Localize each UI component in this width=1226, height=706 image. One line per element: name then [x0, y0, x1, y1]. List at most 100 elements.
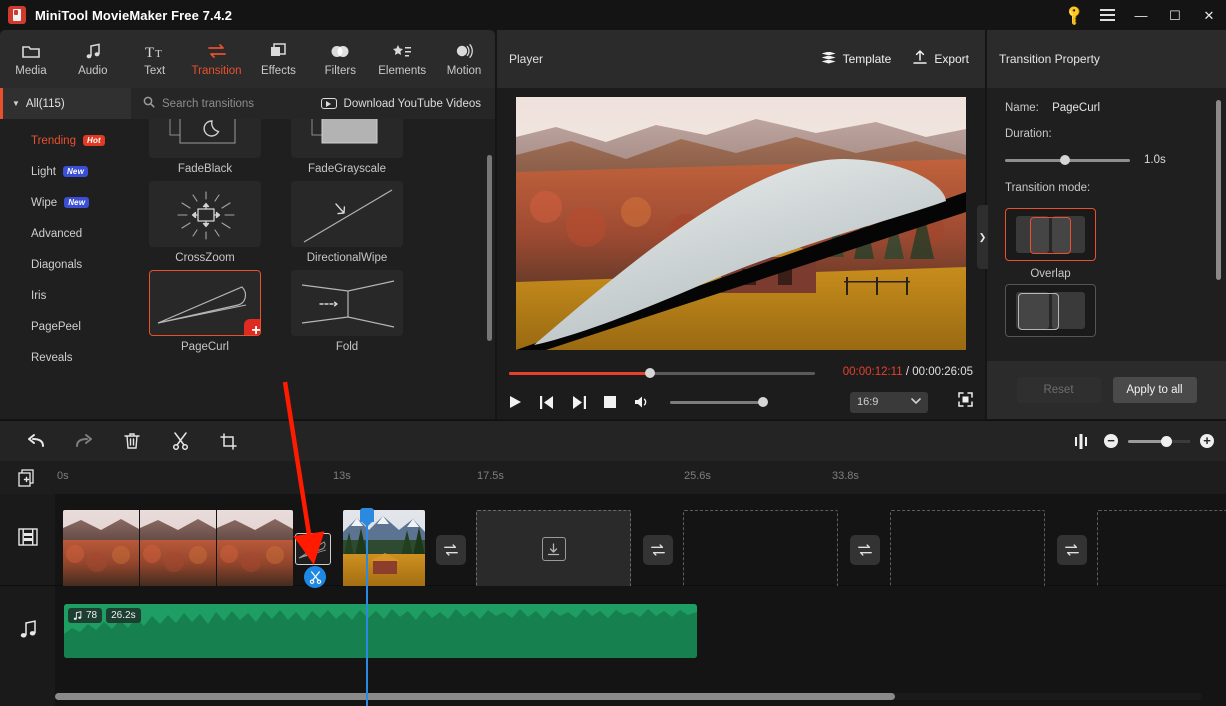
chevron-down-icon: [911, 396, 921, 408]
video-track-header[interactable]: [0, 494, 55, 586]
zoom-handle[interactable]: [1161, 435, 1172, 447]
maximize-button[interactable]: ☐: [1158, 0, 1192, 30]
duration-slider[interactable]: [1005, 155, 1130, 165]
transition-item-pagecurl[interactable]: + PageCurl: [149, 270, 261, 353]
tab-audio[interactable]: Audio: [62, 30, 124, 88]
all-transitions-dropdown[interactable]: ▼ All(115): [0, 88, 131, 119]
table-row[interactable]: [63, 510, 293, 588]
transition-grid[interactable]: FadeBlack FadeGrayscale CrossZoom Direct…: [131, 119, 495, 419]
redo-button[interactable]: [60, 421, 108, 462]
fullscreen-button[interactable]: [958, 392, 973, 412]
tab-label: Text: [144, 65, 166, 77]
category-iris[interactable]: Iris: [0, 280, 131, 311]
category-light[interactable]: Light New: [0, 156, 131, 187]
transition-name: Fold: [335, 341, 359, 353]
delete-button[interactable]: [108, 421, 156, 462]
import-media-icon[interactable]: [541, 537, 566, 561]
table-row[interactable]: [343, 510, 425, 588]
track-gutter: [0, 494, 55, 706]
category-diagonals[interactable]: Diagonals: [0, 249, 131, 280]
seek-handle[interactable]: [644, 368, 655, 378]
property-scrollbar[interactable]: [1216, 100, 1221, 280]
list-item[interactable]: [476, 510, 631, 588]
add-transition-button[interactable]: [643, 535, 673, 565]
close-button[interactable]: ✕: [1192, 0, 1226, 30]
category-label: Diagonals: [31, 258, 83, 271]
squares-icon: [269, 41, 287, 61]
export-button[interactable]: Export: [913, 50, 969, 68]
tab-elements[interactable]: Elements: [371, 30, 433, 88]
volume-button[interactable]: [634, 395, 650, 409]
minimize-button[interactable]: —: [1124, 0, 1158, 30]
reset-button[interactable]: Reset: [1016, 377, 1101, 403]
property-panel-title: Transition Property: [987, 30, 1226, 88]
zoom-out-button[interactable]: −: [1104, 434, 1118, 448]
apply-to-all-button[interactable]: Apply to all: [1112, 377, 1197, 403]
playhead-line[interactable]: [366, 514, 368, 706]
transition-mode-overlap[interactable]: [1005, 208, 1096, 261]
template-label: Template: [842, 52, 892, 66]
zoom-in-button[interactable]: +: [1200, 434, 1214, 448]
player-controls: 00:00:12:11 / 00:00:26:05 16:9: [497, 358, 985, 419]
audio-clip[interactable]: 78 26.2s: [64, 604, 697, 658]
category-trending[interactable]: Trending Hot: [0, 125, 131, 156]
duration-label: Duration:: [1005, 128, 1052, 140]
category-reveals[interactable]: Reveals: [0, 342, 131, 373]
list-item[interactable]: [890, 510, 1045, 588]
add-transition-button[interactable]: [850, 535, 880, 565]
previous-frame-button[interactable]: [540, 395, 554, 409]
add-transition-button[interactable]: [436, 535, 466, 565]
audio-track-header[interactable]: [0, 586, 55, 678]
transition-item-fold[interactable]: Fold: [291, 270, 403, 353]
split-button[interactable]: [156, 421, 204, 462]
crop-button[interactable]: [204, 421, 252, 462]
seek-slider[interactable]: [509, 368, 815, 378]
transition-item-directionalwipe[interactable]: DirectionalWipe: [291, 181, 403, 264]
timeline-ruler[interactable]: 0s 13s 17.5s 25.6s 33.8s: [0, 461, 1226, 494]
svg-text:T: T: [155, 48, 162, 59]
search-input[interactable]: Search transitions: [143, 96, 254, 111]
key-icon[interactable]: 🔑: [1058, 0, 1091, 30]
tab-effects[interactable]: Effects: [248, 30, 310, 88]
category-pagepeel[interactable]: PagePeel: [0, 311, 131, 342]
transition-item-fadeblack[interactable]: FadeBlack: [149, 119, 261, 175]
transition-mode-second[interactable]: [1005, 284, 1096, 337]
add-transition-button[interactable]: [1057, 535, 1087, 565]
player-title: Player: [509, 52, 544, 66]
volume-slider[interactable]: [670, 397, 768, 407]
category-advanced[interactable]: Advanced: [0, 218, 131, 249]
tab-motion[interactable]: Motion: [433, 30, 495, 88]
tab-transition[interactable]: Transition: [186, 30, 248, 88]
audio-duration: 26.2s: [106, 608, 141, 623]
add-media-icon[interactable]: [18, 469, 36, 492]
duration-handle[interactable]: [1060, 155, 1070, 165]
add-transition-badge[interactable]: +: [244, 319, 260, 335]
video-track[interactable]: [55, 494, 1226, 588]
transition-item-crosszoom[interactable]: CrossZoom: [149, 181, 261, 264]
timeline-horizontal-scrollbar[interactable]: [55, 693, 1202, 700]
category-wipe[interactable]: Wipe New: [0, 187, 131, 218]
playhead-handle[interactable]: [360, 508, 374, 527]
download-youtube-button[interactable]: Download YouTube Videos: [320, 98, 481, 110]
tab-text[interactable]: TT Text: [124, 30, 186, 88]
zoom-slider[interactable]: [1128, 435, 1190, 447]
list-item[interactable]: [683, 510, 838, 588]
aspect-ratio-select[interactable]: 16:9: [850, 391, 928, 413]
undo-button[interactable]: [12, 421, 60, 462]
volume-handle[interactable]: [758, 397, 768, 407]
tab-filters[interactable]: Filters: [309, 30, 371, 88]
menu-icon[interactable]: [1091, 0, 1124, 30]
audio-track[interactable]: 78 26.2s: [55, 586, 1226, 678]
stop-button[interactable]: [604, 396, 616, 408]
list-item[interactable]: [1097, 510, 1226, 588]
template-button[interactable]: Template: [821, 51, 892, 66]
video-preview[interactable]: [516, 96, 966, 350]
tab-media[interactable]: Media: [0, 30, 62, 88]
fit-timeline-button[interactable]: [1068, 421, 1094, 462]
transition-slot-selected[interactable]: [295, 533, 331, 565]
library-scrollbar[interactable]: [487, 155, 492, 341]
next-frame-button[interactable]: [572, 395, 586, 409]
transition-item-fadegrayscale[interactable]: FadeGrayscale: [291, 119, 403, 175]
split-badge[interactable]: [304, 566, 326, 588]
play-button[interactable]: [509, 395, 522, 409]
